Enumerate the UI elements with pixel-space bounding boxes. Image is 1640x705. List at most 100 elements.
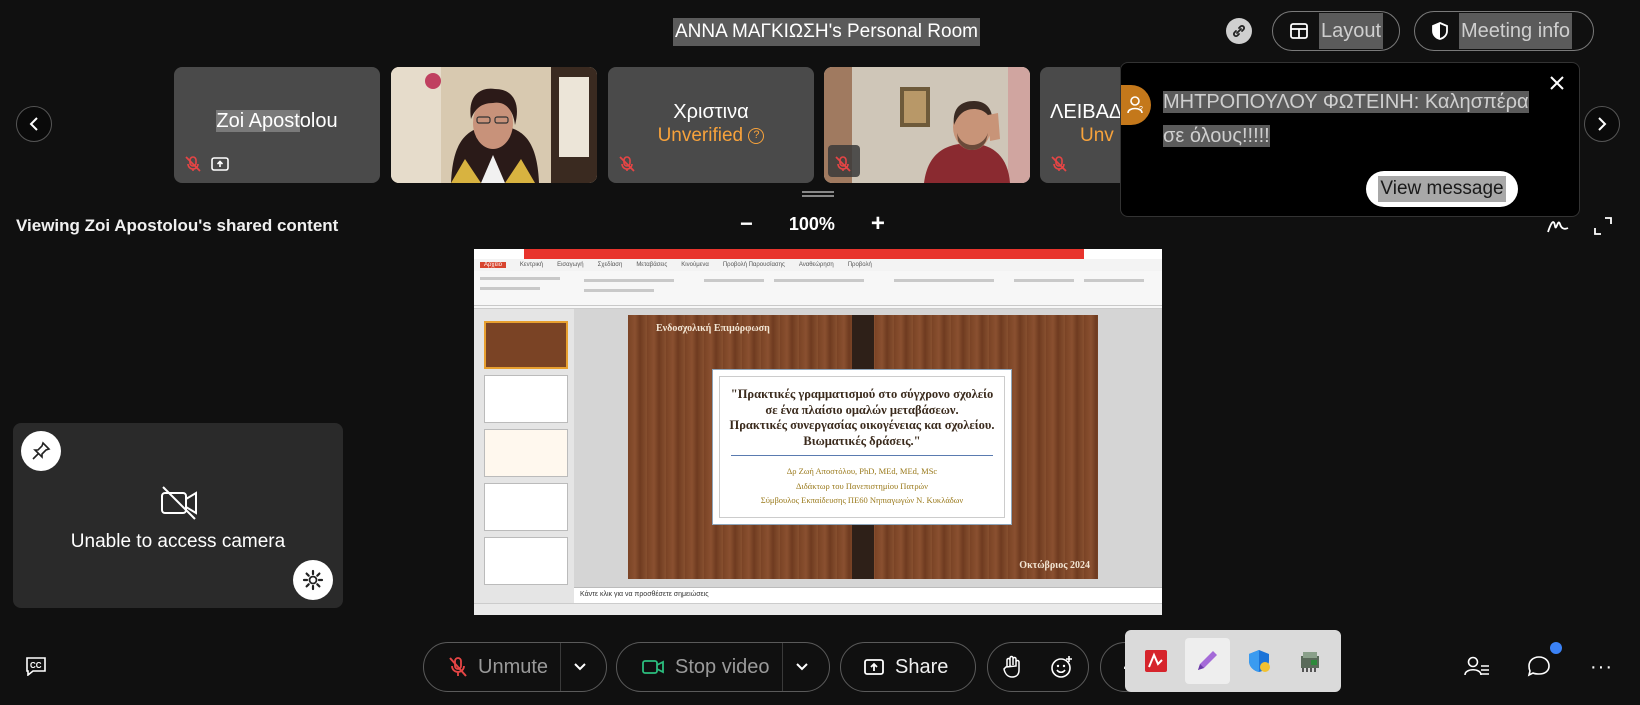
slide-thumbnail[interactable] bbox=[484, 483, 568, 531]
ppt-status-bar bbox=[474, 603, 1162, 615]
slide-thumbnail[interactable] bbox=[484, 375, 568, 423]
pen-icon[interactable] bbox=[1184, 638, 1230, 684]
network-adapter-icon[interactable] bbox=[1288, 638, 1334, 684]
unverified-status: Unverified ? bbox=[608, 125, 814, 147]
reactions-control bbox=[987, 642, 1089, 692]
stop-video-button[interactable]: Stop video bbox=[617, 643, 782, 691]
participant-tile-video-2[interactable] bbox=[824, 67, 1030, 183]
participant-tile-video-1[interactable] bbox=[391, 67, 597, 183]
slide-author-line: Σύμβουλος Εκπαίδευσης ΠΕ60 Νηπιαγωγών Ν.… bbox=[760, 495, 964, 505]
unverified-status: Unv bbox=[1080, 125, 1114, 146]
system-tray-popup bbox=[1125, 630, 1341, 692]
participant-tile-leivad[interactable]: ΛΕΙΒΑΔ Unv bbox=[1040, 67, 1120, 183]
chevron-down-icon bbox=[795, 663, 808, 671]
self-view-panel: Unable to access camera bbox=[13, 423, 343, 608]
chat-icon[interactable] bbox=[1526, 654, 1552, 678]
close-icon[interactable] bbox=[1549, 75, 1565, 91]
view-message-button[interactable]: View message bbox=[1366, 171, 1518, 207]
share-screen-icon bbox=[864, 659, 884, 675]
slide: Ενδοσχολική Επιμόρφωση "Πρακτικές γραμμα… bbox=[628, 315, 1098, 579]
pin-button[interactable] bbox=[21, 431, 61, 471]
participant-tile-christina[interactable]: Χριστινα Unverified ? bbox=[608, 67, 814, 183]
adobe-reader-icon[interactable] bbox=[1133, 638, 1179, 684]
strip-next-button[interactable] bbox=[1584, 106, 1620, 142]
unmute-control: Unmute bbox=[423, 642, 607, 692]
ppt-slide-thumbnails bbox=[474, 309, 574, 603]
camera-error-message: Unable to access camera bbox=[70, 531, 286, 552]
share-label: Share bbox=[895, 655, 949, 678]
annotate-icon[interactable] bbox=[1546, 214, 1570, 236]
participant-video-feed bbox=[824, 67, 1030, 183]
zoom-level: 100% bbox=[788, 213, 835, 234]
muted-mic-icon bbox=[449, 657, 467, 677]
meeting-info-button[interactable]: Meeting info bbox=[1414, 11, 1594, 51]
user-unknown-icon: ? bbox=[1127, 96, 1143, 114]
link-icon[interactable] bbox=[1226, 18, 1252, 44]
strip-resize-handle[interactable] bbox=[802, 191, 834, 197]
slide-title-card: "Πρακτικές γραμματισμού στο σύγχρονο σχο… bbox=[712, 369, 1012, 525]
ppt-ribbon-tabs: Αρχείο Κεντρική Εισαγωγή Σχεδίαση Μεταβά… bbox=[474, 259, 1162, 271]
zoom-out-button[interactable]: − bbox=[740, 211, 753, 237]
slide-title-line: "Πρακτικές γραμματισμού στο σύγχρονο σχο… bbox=[730, 387, 994, 401]
slide-date: Οκτώβριος 2024 bbox=[1019, 560, 1090, 571]
ppt-title-bar bbox=[524, 249, 1084, 259]
slide-thumbnail[interactable] bbox=[484, 537, 568, 585]
emoji-reaction-icon[interactable] bbox=[1050, 655, 1074, 679]
avatar: ? bbox=[1121, 85, 1151, 125]
slide-header: Ενδοσχολική Επιμόρφωση bbox=[656, 323, 770, 334]
participant-name: ΛΕΙΒΑΔ bbox=[1050, 101, 1120, 123]
closed-captions-icon[interactable]: CC bbox=[24, 656, 48, 676]
slide-title-line: Πρακτικές συνεργασίας οικογένειας και σχ… bbox=[729, 418, 995, 432]
participant-name: Χριστινα bbox=[673, 101, 749, 123]
shield-icon bbox=[1432, 22, 1448, 40]
slide-thumbnail[interactable] bbox=[484, 429, 568, 477]
chat-notification-dot bbox=[1550, 642, 1562, 654]
ppt-ribbon bbox=[474, 271, 1162, 309]
zoom-controls: − 100% + bbox=[740, 210, 885, 238]
svg-text:?: ? bbox=[1139, 106, 1143, 113]
sharing-screen-icon bbox=[210, 155, 230, 173]
participant-video-feed bbox=[391, 67, 597, 183]
shared-screen[interactable]: Αρχείο Κεντρική Εισαγωγή Σχεδίαση Μεταβά… bbox=[474, 249, 1162, 615]
muted-mic-icon bbox=[834, 155, 852, 173]
participants-icon[interactable] bbox=[1464, 654, 1490, 678]
svg-text:CC: CC bbox=[30, 661, 42, 670]
pin-icon bbox=[32, 441, 51, 460]
meeting-info-label: Meeting info bbox=[1459, 13, 1572, 49]
raise-hand-icon[interactable] bbox=[1002, 655, 1022, 679]
ppt-notes-field[interactable]: Κάντε κλικ για να προσθέσετε σημειώσεις bbox=[574, 587, 1162, 603]
layout-label: Layout bbox=[1319, 13, 1384, 49]
video-options-dropdown[interactable] bbox=[781, 643, 821, 691]
unmute-button[interactable]: Unmute bbox=[424, 643, 560, 691]
slide-author-line: Δρ Ζωή Αποστόλου, PhD, MEd, MEd, MSc bbox=[786, 466, 938, 476]
gear-icon bbox=[302, 569, 324, 591]
slide-title-line: σε ένα πλαίσιο ομαλών μεταβάσεων. bbox=[765, 402, 959, 417]
participant-name: Zoi Apostolou bbox=[216, 110, 338, 132]
slide-title-line: Βιωματικές δράσεις." bbox=[803, 433, 921, 448]
video-control: Stop video bbox=[616, 642, 830, 692]
layout-button[interactable]: Layout bbox=[1272, 11, 1400, 51]
zoom-in-button[interactable]: + bbox=[871, 210, 885, 238]
stop-video-label: Stop video bbox=[675, 655, 770, 678]
slide-author-line: Διδάκτωρ του Πανεπιστημίου Πατρών bbox=[795, 480, 928, 491]
camera-off-icon bbox=[159, 485, 199, 521]
windows-security-icon[interactable] bbox=[1236, 638, 1282, 684]
ppt-slide-area: Ενδοσχολική Επιμόρφωση "Πρακτικές γραμμα… bbox=[574, 309, 1162, 587]
chevron-left-icon bbox=[29, 117, 38, 131]
participant-tile-zoi[interactable]: Zoi Apostolou bbox=[174, 67, 380, 183]
unmute-label: Unmute bbox=[478, 655, 549, 678]
strip-prev-button[interactable] bbox=[16, 106, 52, 142]
help-circle-icon: ? bbox=[748, 127, 765, 144]
muted-mic-icon bbox=[618, 155, 636, 173]
room-title: ΑΝΝΑ ΜΑΓΚΙΩΣΗ's Personal Room bbox=[673, 18, 980, 46]
muted-mic-icon bbox=[1050, 155, 1068, 173]
chat-notification: ? ΜΗΤΡΟΠΟΥΛΟΥ ΦΩΤΕΙΝΗ: Καλησπέρα σε όλου… bbox=[1120, 62, 1580, 217]
slide-thumbnail[interactable] bbox=[484, 321, 568, 369]
fullscreen-icon[interactable] bbox=[1593, 216, 1613, 236]
settings-button[interactable] bbox=[293, 560, 333, 600]
viewing-shared-content-label: Viewing Zoi Apostolou's shared content bbox=[16, 216, 339, 235]
more-menu-icon[interactable]: ··· bbox=[1590, 656, 1613, 679]
audio-options-dropdown[interactable] bbox=[560, 643, 599, 691]
chat-message-text: ΜΗΤΡΟΠΟΥΛΟΥ ΦΩΤΕΙΝΗ: Καλησπέρα σε όλους!… bbox=[1163, 91, 1529, 147]
share-button[interactable]: Share bbox=[840, 642, 976, 692]
